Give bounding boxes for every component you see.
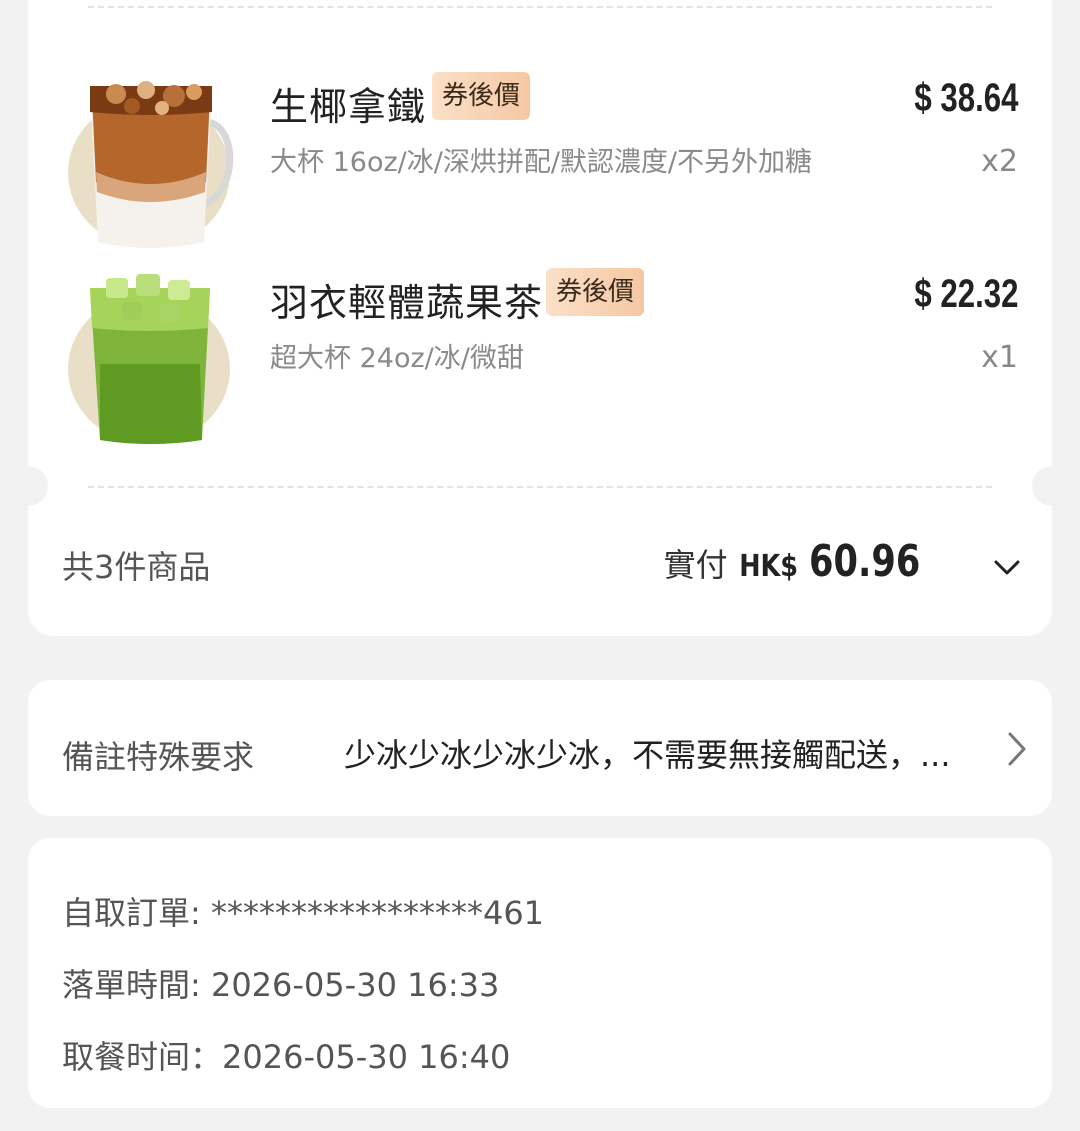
order-item[interactable]: 羽衣輕體蔬果茶 券後價 超大杯 24oz/冰/微甜 $ 22.32 x1	[28, 258, 1052, 444]
special-request-text: 少冰少冰少冰少冰，不需要無接觸配送，...	[344, 736, 951, 774]
ticket-notch-left	[8, 466, 48, 506]
order-time: 落單時間: 2026-05-30 16:33	[62, 966, 500, 1004]
divider-dashed	[88, 6, 992, 8]
amount-paid-value: 60.96	[808, 536, 921, 587]
product-price: $ 38.64	[913, 76, 1018, 120]
divider-dashed	[88, 486, 992, 488]
item-count: 共3件商品	[62, 548, 211, 586]
amount-paid[interactable]: 實付 HK$ 60.96	[664, 536, 948, 587]
product-name: 生椰拿鐵	[270, 85, 427, 129]
coupon-price-badge: 券後價	[546, 268, 645, 316]
product-spec: 超大杯 24oz/冰/微甜	[270, 343, 524, 374]
order-items-card: 生椰拿鐵 券後價 大杯 16oz/冰/深烘拼配/默認濃度/不另外加糖 $ 38.…	[8, 0, 1072, 636]
product-quantity: x2	[981, 144, 1018, 179]
chevron-down-icon[interactable]	[990, 550, 1024, 584]
special-request-label: 備註特殊要求	[62, 738, 255, 776]
amount-paid-label: 實付	[663, 546, 728, 584]
ticket-notch-right	[1032, 466, 1072, 506]
product-image-kale-juice	[66, 268, 234, 444]
product-price: $ 22.32	[913, 272, 1018, 316]
chevron-right-icon[interactable]	[1002, 730, 1032, 768]
pickup-order-number: 自取訂單: *****************461	[62, 894, 545, 932]
order-info-card: 自取訂單: *****************461 落單時間: 2026-05…	[28, 838, 1052, 1108]
pickup-time: 取餐时间：2026-05-30 16:40	[62, 1038, 511, 1076]
product-quantity: x1	[981, 340, 1018, 375]
order-item[interactable]: 生椰拿鐵 券後價 大杯 16oz/冰/深烘拼配/默認濃度/不另外加糖 $ 38.…	[28, 62, 1052, 248]
special-request-row[interactable]: 備註特殊要求 少冰少冰少冰少冰，不需要無接觸配送，...	[28, 680, 1052, 816]
product-spec: 大杯 16oz/冰/深烘拼配/默認濃度/不另外加糖	[270, 147, 813, 178]
coupon-price-badge: 券後價	[432, 72, 531, 120]
product-image-coconut-latte	[66, 72, 234, 248]
currency-label: HK$	[738, 549, 798, 584]
product-name: 羽衣輕體蔬果茶	[270, 281, 544, 325]
